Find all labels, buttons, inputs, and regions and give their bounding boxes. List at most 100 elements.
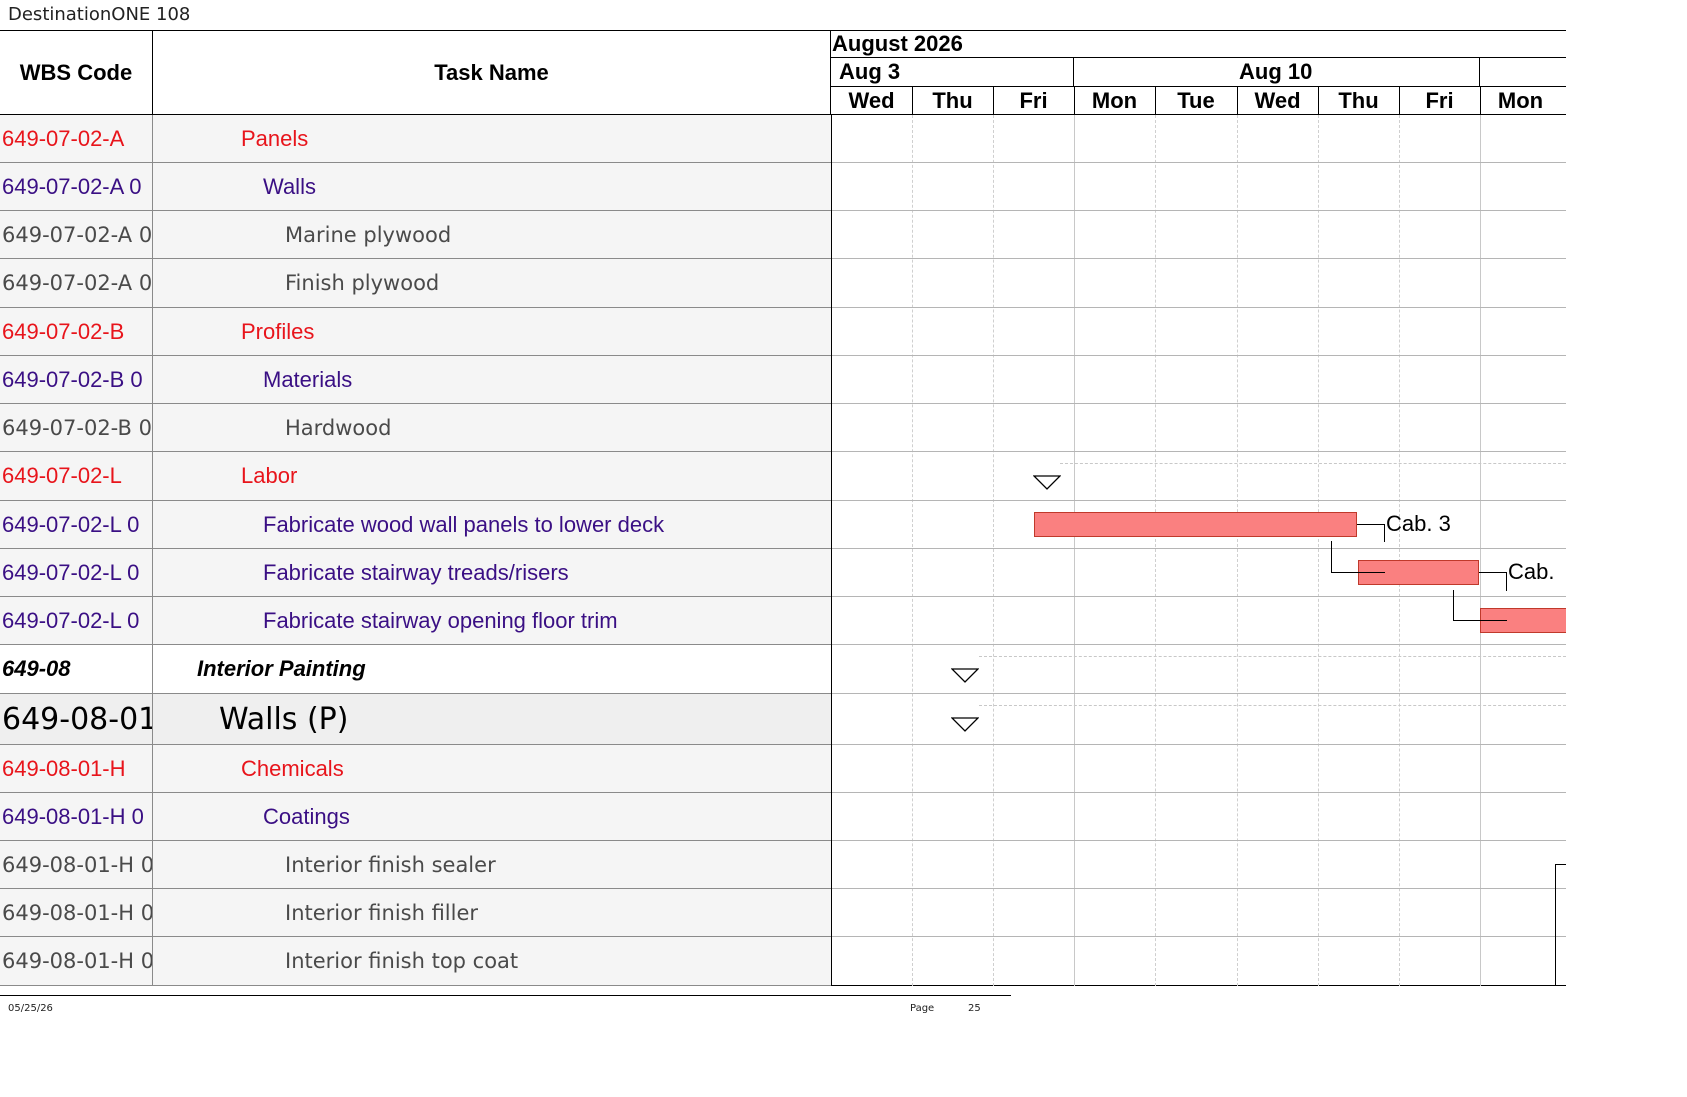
gantt-row-gridline <box>832 162 1566 163</box>
task-row[interactable]: 649-07-02-B Profiles <box>0 308 831 356</box>
task-row[interactable]: 649-08-01-H 01 Interior finish top coat <box>0 937 831 986</box>
dependency-connector <box>1506 572 1507 591</box>
wbs-code-cell[interactable]: 649-08-01 <box>2 694 152 744</box>
task-row[interactable]: 649-07-02-L 0 Fabricate stairway opening … <box>0 597 831 645</box>
task-row[interactable]: 649-08-01 Walls (P) <box>0 694 831 745</box>
wbs-code-cell[interactable]: 649-08-01-H <box>2 745 152 792</box>
wbs-code-cell[interactable]: 649-07-02-L 0 <box>2 501 152 548</box>
summary-triangle-icon[interactable] <box>950 717 980 733</box>
gantt-row-gridline <box>832 888 1566 889</box>
task-name-cell[interactable]: Labor <box>241 452 297 500</box>
task-row[interactable]: 649-07-02-A 01 Marine plywood <box>0 211 831 259</box>
dependency-connector <box>1384 524 1385 542</box>
gantt-day-gridline <box>1155 115 1156 986</box>
task-row[interactable]: 649-07-02-A 01 Finish plywood <box>0 259 831 308</box>
timescale-day: Thu <box>932 88 973 113</box>
wbs-code-cell[interactable]: 649-08-01-H 01 <box>2 889 152 936</box>
column-header-wbs[interactable]: WBS Code <box>0 30 153 115</box>
footer-rule <box>0 995 1011 996</box>
wbs-code-cell[interactable]: 649-07-02-A 0 <box>2 163 152 210</box>
gantt-chart-area[interactable] <box>831 115 1566 986</box>
task-bar[interactable] <box>1034 512 1357 537</box>
day-separator <box>1480 87 1481 115</box>
column-separator <box>152 694 153 744</box>
summary-triangle-icon[interactable] <box>1032 475 1062 491</box>
wbs-code-cell[interactable]: 649-08-01-H 01 <box>2 841 152 888</box>
day-separator <box>1074 87 1075 115</box>
summary-extent-line <box>979 656 1566 657</box>
task-row[interactable]: 649-07-02-L Labor <box>0 452 831 501</box>
timescale-day: Mon <box>1091 88 1138 113</box>
gantt-day-gridline <box>1237 115 1238 986</box>
task-name-cell[interactable]: Walls (P) <box>219 694 348 744</box>
gantt-row-gridline <box>832 936 1566 937</box>
wbs-code-cell[interactable]: 649-08-01-H 0 <box>2 793 152 840</box>
gantt-day-gridline <box>1480 115 1481 986</box>
gantt-row-gridline <box>832 693 1566 694</box>
day-separator <box>912 87 913 115</box>
task-name-cell[interactable]: Fabricate stairway opening floor trim <box>263 597 618 644</box>
timescale-day: Tue <box>1177 88 1215 113</box>
wbs-code-cell[interactable]: 649-07-02-B 01 <box>2 404 152 451</box>
task-row[interactable]: 649-07-02-L 0 Fabricate wood wall panels … <box>0 501 831 549</box>
gantt-row-gridline <box>832 451 1566 452</box>
wbs-code-cell[interactable]: 649-07-02-A 01 <box>2 211 152 258</box>
task-name-cell[interactable]: Interior finish sealer <box>285 841 496 888</box>
task-row[interactable]: 649-08 Interior Painting <box>0 645 831 694</box>
wbs-code-cell[interactable]: 649-07-02-A <box>2 115 152 162</box>
gantt-row-gridline <box>832 258 1566 259</box>
task-row[interactable]: 649-08-01-H 01 Interior finish filler <box>0 889 831 937</box>
footer-page-label: Page <box>910 1003 935 1014</box>
column-separator <box>152 501 153 548</box>
column-separator <box>152 115 153 162</box>
task-name-cell[interactable]: Marine plywood <box>285 211 451 258</box>
timescale-day: Wed <box>1254 88 1301 113</box>
task-row[interactable]: 649-07-02-B 0 Materials <box>0 356 831 404</box>
timescale-day: Fri <box>1019 88 1048 113</box>
timescale-divider-month <box>831 57 1566 58</box>
task-row[interactable]: 649-07-02-L 0 Fabricate stairway treads/r… <box>0 549 831 597</box>
task-row[interactable]: 649-07-02-A 0 Walls <box>0 163 831 211</box>
task-row[interactable]: 649-08-01-H 01 Interior finish sealer <box>0 841 831 889</box>
task-name-cell[interactable]: Interior Painting <box>197 645 366 693</box>
wbs-code-cell[interactable]: 649-07-02-B 0 <box>2 356 152 403</box>
wbs-code-cell[interactable]: 649-07-02-A 01 <box>2 259 152 307</box>
task-row[interactable]: 649-07-02-A Panels <box>0 115 831 163</box>
task-name-cell[interactable]: Hardwood <box>285 404 391 451</box>
gantt-day-gridline <box>1318 115 1319 986</box>
task-row[interactable]: 649-08-01-H Chemicals <box>0 745 831 793</box>
column-separator <box>152 937 153 985</box>
day-separator <box>1318 87 1319 115</box>
footer-page-number: 25 <box>968 1003 981 1014</box>
column-separator <box>152 163 153 210</box>
task-name-cell[interactable]: Interior finish top coat <box>285 937 518 985</box>
wbs-code-cell[interactable]: 649-08 <box>2 645 152 693</box>
gantt-day-gridline <box>912 115 913 986</box>
task-name-cell[interactable]: Profiles <box>241 308 314 355</box>
wbs-code-cell[interactable]: 649-07-02-L 0 <box>2 549 152 596</box>
summary-triangle-icon[interactable] <box>950 668 980 684</box>
task-name-cell[interactable]: Coatings <box>263 793 350 840</box>
footer-date: 05/25/26 <box>8 1003 53 1014</box>
task-row[interactable]: 649-07-02-B 01 Hardwood <box>0 404 831 452</box>
task-name-cell[interactable]: Chemicals <box>241 745 344 792</box>
wbs-code-cell[interactable]: 649-07-02-B <box>2 308 152 355</box>
task-row[interactable]: 649-08-01-H 0 Coatings <box>0 793 831 841</box>
task-name-cell[interactable]: Materials <box>263 356 352 403</box>
task-name-cell[interactable]: Interior finish filler <box>285 889 478 936</box>
day-separator <box>993 87 994 115</box>
column-separator <box>152 597 153 644</box>
task-name-cell[interactable]: Fabricate wood wall panels to lower deck <box>263 501 664 548</box>
column-header-task-name[interactable]: Task Name <box>153 30 831 115</box>
task-name-cell[interactable]: Walls <box>263 163 316 210</box>
task-name-cell[interactable]: Finish plywood <box>285 259 439 307</box>
task-name-cell[interactable]: Fabricate stairway treads/risers <box>263 549 569 596</box>
wbs-code-cell[interactable]: 649-07-02-L 0 <box>2 597 152 644</box>
wbs-code-cell[interactable]: 649-08-01-H 01 <box>2 937 152 985</box>
summary-extent-line <box>1060 463 1566 464</box>
task-name-cell[interactable]: Panels <box>241 115 308 162</box>
timescale-week: Aug 10 <box>1239 59 1313 84</box>
column-separator <box>152 793 153 840</box>
column-separator <box>152 259 153 307</box>
wbs-code-cell[interactable]: 649-07-02-L <box>2 452 152 500</box>
